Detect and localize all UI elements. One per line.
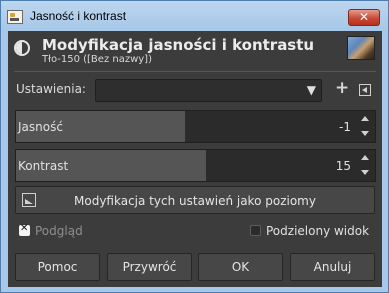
dialog-title: Modyfikacja jasności i kontrastu <box>42 36 315 54</box>
edit-as-levels-button[interactable]: Modyfikacja tych ustawień jako poziomy <box>15 186 375 214</box>
chevron-down-icon: ▼ <box>306 83 316 97</box>
header-divider <box>14 71 376 72</box>
split-view-label[interactable]: Podzielony widok <box>266 224 369 238</box>
reset-button[interactable]: Przywróć <box>107 253 192 281</box>
cancel-button[interactable]: Anuluj <box>290 253 375 281</box>
gimp-app-icon <box>7 10 23 24</box>
dialog-window: Jasność i kontrast ✕ Modyfikacja jasnośc… <box>0 0 389 293</box>
split-view-checkbox[interactable] <box>250 225 261 236</box>
ok-button[interactable]: OK <box>198 253 283 281</box>
preset-menu-icon[interactable] <box>359 84 371 96</box>
brightness-contrast-icon <box>14 40 30 56</box>
preview-checkbox[interactable] <box>19 223 30 236</box>
window-title: Jasność i kontrast <box>30 9 127 23</box>
layer-thumbnail <box>347 36 375 60</box>
settings-combobox[interactable]: ▼ <box>95 79 322 102</box>
add-preset-icon[interactable]: + <box>335 78 349 98</box>
brightness-value[interactable]: -1 <box>339 120 351 134</box>
brightness-label: Jasność <box>18 120 63 134</box>
title-bar[interactable]: Jasność i kontrast ✕ <box>1 1 388 31</box>
preview-label[interactable]: Podgląd <box>35 224 83 238</box>
dialog-subtitle: Tło-150 ([Bez nazwy]) <box>42 54 152 65</box>
edit-as-levels-label: Modyfikacja tych ustawień jako poziomy <box>74 194 316 208</box>
brightness-slider[interactable]: Jasność -1 <box>15 110 376 143</box>
contrast-value[interactable]: 15 <box>336 159 351 173</box>
help-button[interactable]: Pomoc <box>15 253 100 281</box>
spin-up-icon[interactable] <box>361 116 369 121</box>
spin-up-icon[interactable] <box>361 155 369 160</box>
close-button[interactable]: ✕ <box>348 9 380 26</box>
spin-down-icon[interactable] <box>361 131 369 136</box>
dialog-content: Modyfikacja jasności i kontrastu Tło-150… <box>8 31 382 287</box>
spin-down-icon[interactable] <box>361 170 369 175</box>
contrast-slider[interactable]: Kontrast 15 <box>15 149 376 182</box>
contrast-label: Kontrast <box>18 159 69 173</box>
settings-label: Ustawienia: <box>16 82 86 96</box>
